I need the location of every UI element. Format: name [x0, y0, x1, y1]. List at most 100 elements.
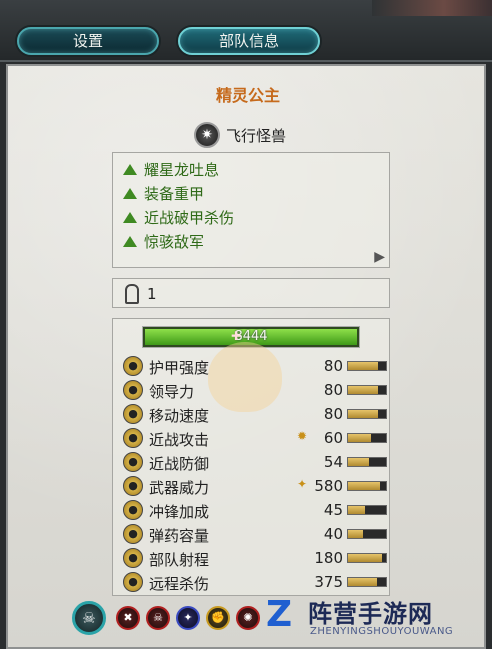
- stat-value: 80: [323, 381, 343, 399]
- stat-bar: [347, 361, 387, 371]
- stat-value: 80: [323, 405, 343, 423]
- stat-bar-fill: [348, 506, 366, 514]
- stat-value: 375: [314, 573, 343, 591]
- top-bar: 设置 部队信息: [0, 0, 492, 62]
- melee-defense-icon: ●: [123, 452, 143, 472]
- missile-damage-icon: ●: [123, 572, 143, 592]
- stat-bar-fill: [348, 482, 381, 490]
- stat-bar: [347, 553, 387, 563]
- watermark-title: 阵营手游网: [308, 600, 433, 628]
- stat-bar-fill: [348, 554, 383, 562]
- stat-value: 80: [323, 357, 343, 375]
- stat-bar: [347, 529, 387, 539]
- stat-label: 护甲强度: [149, 359, 210, 377]
- stat-bar-fill: [348, 458, 369, 466]
- unit-count-box: 1: [112, 278, 390, 308]
- speed-icon: ●: [123, 404, 143, 424]
- flame-attack-icon[interactable]: ✺: [236, 606, 260, 630]
- stat-row[interactable]: ● 武器威力 ✦ 580: [123, 475, 387, 497]
- melee-attack-icon: ●: [123, 428, 143, 448]
- triangle-icon: [123, 188, 137, 199]
- unit-type-label: 飞行怪兽: [226, 126, 287, 145]
- unit-name: 精灵公主: [215, 86, 280, 105]
- charge-bonus-icon: ●: [123, 500, 143, 520]
- stat-row[interactable]: ● 部队射程 180: [123, 547, 387, 569]
- health-value: 8444: [234, 329, 268, 344]
- stat-label: 部队射程: [149, 551, 210, 569]
- ability-label: 近战破甲杀伤: [144, 209, 235, 227]
- stat-row[interactable]: ● 移动速度 80: [123, 403, 387, 425]
- stat-bar: [347, 409, 387, 419]
- watermark-subtitle: ZHENYINGSHOUYOUWANG: [310, 626, 454, 637]
- skull-icon[interactable]: ☠: [72, 601, 106, 635]
- stat-label: 武器威力: [149, 479, 210, 497]
- stat-value: 580: [314, 477, 343, 495]
- triangle-icon: [123, 236, 137, 247]
- corner-decoration: [372, 0, 492, 16]
- stat-bar: [347, 457, 387, 467]
- ability-item[interactable]: 近战破甲杀伤: [123, 207, 234, 228]
- stat-row[interactable]: ● 近战攻击 ✹ 60: [123, 427, 387, 449]
- site-watermark: Z 阵营手游网 ZHENYINGSHOUYOUWANG: [258, 592, 492, 649]
- leadership-icon: ●: [123, 380, 143, 400]
- stat-bar-fill: [348, 530, 364, 538]
- stat-bar-fill: [348, 362, 379, 370]
- tab-settings[interactable]: 设置: [17, 27, 159, 55]
- stat-value: 45: [323, 501, 343, 519]
- stat-value: 60: [323, 429, 343, 447]
- ability-label: 耀星龙吐息: [144, 161, 220, 179]
- abilities-list: 耀星龙吐息 装备重甲 近战破甲杀伤 惊骇敌军 ▶: [112, 152, 390, 268]
- magic-attack-icon[interactable]: ✦: [176, 606, 200, 630]
- terror-attribute-icon[interactable]: ☠: [146, 606, 170, 630]
- ability-item[interactable]: 耀星龙吐息: [123, 159, 219, 180]
- range-icon: ●: [123, 548, 143, 568]
- ability-label: 装备重甲: [144, 185, 205, 203]
- stats-box: 8444 ✚ ● 护甲强度 80 ● 领导力 80 ● 移动速度 80 ● 近战攻击 ✹ 60 ● 近战防御…: [112, 318, 390, 596]
- stat-row[interactable]: ● 护甲强度 80: [123, 355, 387, 377]
- stat-bar: [347, 505, 387, 515]
- stat-label: 远程杀伤: [149, 575, 210, 593]
- stat-row[interactable]: ● 远程杀伤 375: [123, 571, 387, 593]
- stat-bar-fill: [348, 386, 379, 394]
- ability-label: 惊骇敌军: [144, 233, 205, 251]
- armor-piercing-icon[interactable]: ✊: [206, 606, 230, 630]
- tab-unit-info[interactable]: 部队信息: [178, 27, 320, 55]
- stat-bar-fill: [348, 434, 371, 442]
- stat-bar: [347, 433, 387, 443]
- stat-row[interactable]: ● 弹药容量 40: [123, 523, 387, 545]
- soldier-icon: [125, 284, 139, 304]
- ability-item[interactable]: 惊骇敌军: [123, 231, 204, 252]
- stat-label: 领导力: [149, 383, 195, 401]
- star-icon: ✷: [194, 122, 220, 148]
- stat-label: 近战攻击: [149, 431, 210, 449]
- triangle-icon: [123, 164, 137, 175]
- unit-count: 1: [147, 285, 157, 303]
- stat-row[interactable]: ● 冲锋加成 45: [123, 499, 387, 521]
- unit-info-panel: 精灵公主 ✷ 飞行怪兽 耀星龙吐息 装备重甲 近战破甲杀伤 惊骇敌军 ▶ 1 8…: [6, 64, 486, 649]
- health-cross-icon: ✚: [231, 329, 242, 343]
- stat-label: 冲锋加成: [149, 503, 210, 521]
- ammo-icon: ●: [123, 524, 143, 544]
- more-abilities-arrow-icon[interactable]: ▶: [374, 249, 385, 265]
- weapon-strength-icon: ●: [123, 476, 143, 496]
- stat-value: 40: [323, 525, 343, 543]
- stat-bar: [347, 481, 387, 491]
- stat-label: 移动速度: [149, 407, 210, 425]
- stat-row[interactable]: ● 领导力 80: [123, 379, 387, 401]
- stat-bar-fill: [348, 578, 377, 586]
- stat-value: 180: [314, 549, 343, 567]
- stat-bar: [347, 577, 387, 587]
- stat-row[interactable]: ● 近战防御 54: [123, 451, 387, 473]
- armor-icon: ●: [123, 356, 143, 376]
- stat-label: 近战防御: [149, 455, 210, 473]
- stat-value: 54: [323, 453, 343, 471]
- stat-bar-fill: [348, 410, 379, 418]
- unit-type: ✷ 飞行怪兽: [194, 120, 286, 150]
- site-logo-icon: Z: [265, 594, 293, 635]
- triangle-icon: [123, 212, 137, 223]
- fear-attribute-icon[interactable]: ✖: [116, 606, 140, 630]
- attribute-icons: ☠ ✖ ☠ ✦ ✊ ✺: [72, 598, 266, 638]
- ability-item[interactable]: 装备重甲: [123, 183, 204, 204]
- stat-bar: [347, 385, 387, 395]
- stat-label: 弹药容量: [149, 527, 210, 545]
